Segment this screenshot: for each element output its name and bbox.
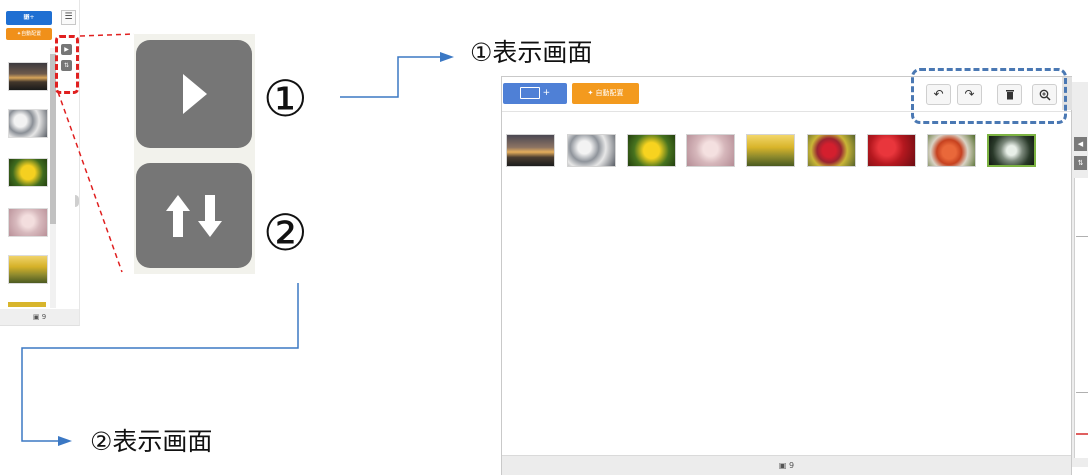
auto-layout-button[interactable]: ✦ 自動配置 [572, 83, 639, 104]
display-footer: ▣ 9 [502, 455, 1071, 475]
thumbnail-persimmons[interactable] [927, 134, 976, 167]
thumbnail-red-flowers[interactable] [807, 134, 856, 167]
wand-icon: ✦ [587, 89, 596, 97]
thumbnail-waterfall[interactable] [987, 134, 1036, 167]
thumbnail-pink-blossom[interactable] [686, 134, 735, 167]
side-preview-strip [1074, 178, 1088, 458]
image-add-icon [519, 86, 540, 99]
image-count-icon: ▣ [778, 461, 789, 470]
image-count: 9 [789, 461, 795, 470]
thumbnail-autumn-leaves[interactable] [867, 134, 916, 167]
thumbnail-yellow-flowers[interactable] [627, 134, 676, 167]
add-image-button[interactable]: + [503, 83, 567, 104]
thumbnail-ginkgo-avenue[interactable] [746, 134, 795, 167]
collapse-left-icon[interactable]: ◀ [1074, 137, 1087, 151]
side-red-mark [1076, 433, 1088, 435]
side-divider-1 [1076, 236, 1088, 237]
label-display-screen-two: ②表示画面 [90, 427, 213, 456]
thumbnail-cherry-blossom[interactable] [567, 134, 616, 167]
sort-icon-right[interactable]: ⇅ [1074, 156, 1087, 170]
thumbnail-sunset[interactable] [506, 134, 555, 167]
side-divider-2 [1076, 392, 1088, 393]
label-display-screen-one: ①表示画面 [470, 38, 593, 67]
blue-highlight-box [911, 68, 1067, 124]
